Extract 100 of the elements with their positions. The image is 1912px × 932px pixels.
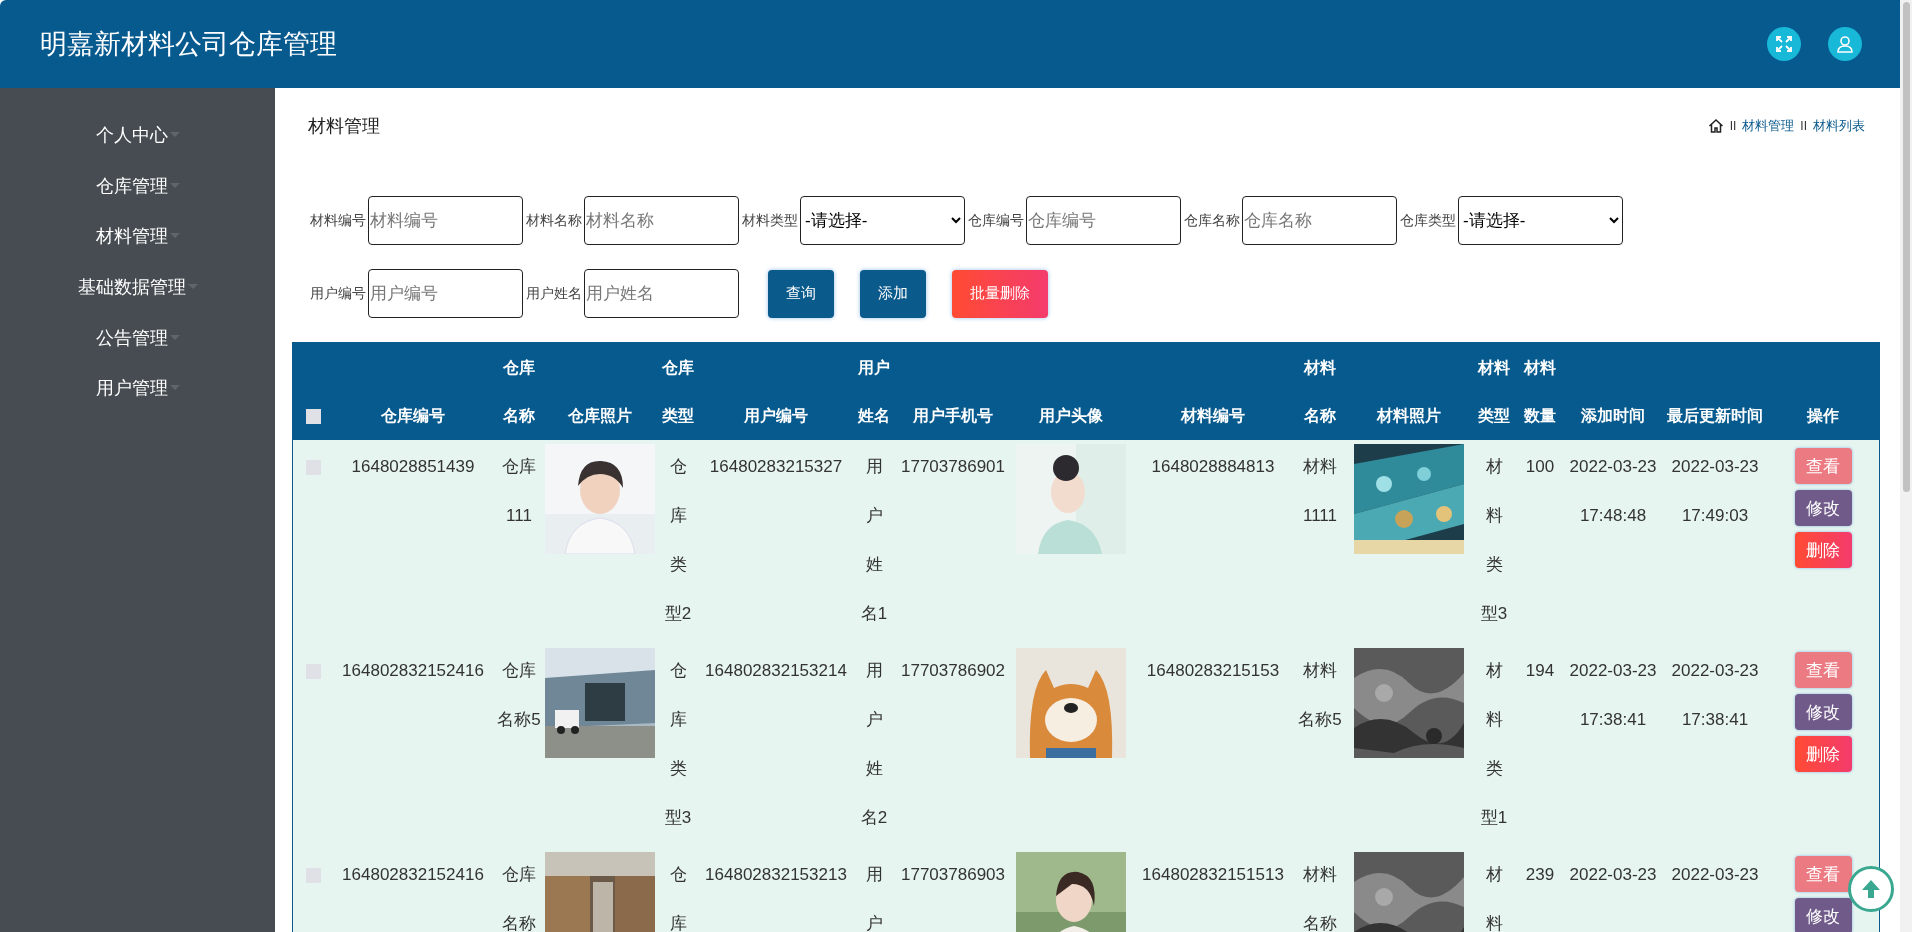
table-cell: 164802832152416 — [333, 848, 493, 932]
table-cell: 材料类型3 — [1471, 440, 1517, 644]
sidebar-item[interactable]: 仓库管理 — [95, 173, 168, 198]
batch-delete-button[interactable]: 批量删除 — [952, 269, 1048, 318]
edit-button[interactable]: 修改 — [1794, 490, 1852, 526]
caret-icon — [169, 132, 180, 139]
scrollbar[interactable] — [1900, 0, 1912, 932]
column-header: 用户头像 — [1009, 343, 1133, 440]
table-cell: 17703786903 — [897, 848, 1009, 932]
search-button[interactable]: 查询 — [768, 269, 834, 318]
table-cell: 材料名称5 — [1293, 644, 1347, 848]
select-field[interactable]: -请选择- — [1458, 196, 1623, 245]
column-header: 用户手机号 — [897, 343, 1009, 440]
table-cell: 1648028884813 — [1133, 440, 1293, 644]
table-cell: 仓库类型3 — [655, 644, 701, 848]
scroll-thumb[interactable] — [1903, 2, 1910, 492]
edit-button[interactable]: 修改 — [1794, 898, 1852, 932]
sidebar-item[interactable]: 用户管理 — [95, 376, 168, 401]
table-cell: 用户姓名2 — [851, 644, 897, 848]
page-title: 材料管理 — [308, 115, 381, 138]
field-label: 材料类型 — [742, 211, 798, 230]
breadcrumb-link[interactable]: 材料列表 — [1813, 117, 1865, 135]
column-header: 仓库照片 — [545, 343, 655, 440]
text-field[interactable]: 材料名称 — [584, 196, 739, 245]
field-label: 仓库名称 — [1184, 211, 1240, 230]
field-label: 用户姓名 — [526, 284, 582, 303]
field-label: 材料名称 — [526, 211, 582, 230]
column-header: 材料类型 — [1471, 343, 1517, 440]
table-cell: 100 — [1517, 440, 1563, 644]
table-cell: 17703786901 — [897, 440, 1009, 644]
caret-icon — [169, 334, 180, 341]
table-cell: 16480283215153 — [1133, 644, 1293, 848]
table-cell: 194 — [1517, 644, 1563, 848]
text-field[interactable]: 用户编号 — [368, 269, 523, 318]
field-label: 仓库类型 — [1400, 211, 1456, 230]
column-header: 材料名称 — [1293, 343, 1347, 440]
delete-button[interactable]: 删除 — [1794, 736, 1852, 772]
table-cell: 材料1111 — [1293, 440, 1347, 644]
caret-icon — [187, 284, 198, 291]
table-cell: 1648028851439 — [333, 440, 493, 644]
column-header: 仓库名称 — [493, 343, 545, 440]
column-header: 用户姓名 — [851, 343, 897, 440]
caret-icon — [169, 233, 180, 240]
table-cell: 2022-03-23 17:48:48 — [1563, 440, 1663, 644]
field-label: 仓库编号 — [968, 211, 1024, 230]
table-cell: 用户 — [851, 848, 897, 932]
table-cell: 164802832152416 — [333, 644, 493, 848]
text-field[interactable]: 仓库编号 — [1026, 196, 1181, 245]
table-cell: 164802832153213 — [701, 848, 851, 932]
table-cell: 2022-03-23 17:38:41 — [1563, 644, 1663, 848]
breadcrumb-separator: II — [1729, 119, 1737, 133]
fullscreen-button[interactable] — [1767, 27, 1801, 61]
text-field[interactable]: 用户姓名 — [584, 269, 739, 318]
table-cell: 材料 — [1471, 848, 1517, 932]
checkbox[interactable] — [305, 409, 321, 425]
expand-icon — [1775, 35, 1793, 53]
back-to-top-button[interactable] — [1848, 866, 1894, 912]
table-cell: 仓库名称5 — [493, 644, 545, 848]
column-header: 用户编号 — [701, 343, 851, 440]
field-label: 材料编号 — [310, 211, 366, 230]
sidebar-item[interactable]: 公告管理 — [95, 325, 168, 350]
table-cell: 2022-03-23 — [1563, 848, 1663, 932]
select-field[interactable]: -请选择- — [800, 196, 965, 245]
table-cell: 2022-03-23 17:38:41 — [1663, 644, 1767, 848]
table-cell: 仓库111 — [493, 440, 545, 644]
delete-button[interactable]: 删除 — [1794, 532, 1852, 568]
table-cell: 用户姓名1 — [851, 440, 897, 644]
table-cell: 239 — [1517, 848, 1563, 932]
column-header: 材料照片 — [1347, 343, 1471, 440]
field-label: 用户编号 — [310, 284, 366, 303]
column-header: 添加时间 — [1563, 343, 1663, 440]
sidebar-item[interactable]: 个人中心 — [95, 123, 168, 148]
edit-button[interactable]: 修改 — [1794, 694, 1852, 730]
column-header: 材料编号 — [1133, 343, 1293, 440]
table-cell: 16480283215327 — [701, 440, 851, 644]
add-button[interactable]: 添加 — [860, 269, 926, 318]
table-cell: 材料类型1 — [1471, 644, 1517, 848]
table-cell: 2022-03-23 — [1663, 848, 1767, 932]
table-cell: 仓库类型2 — [655, 440, 701, 644]
text-field[interactable]: 仓库名称 — [1242, 196, 1397, 245]
user-button[interactable] — [1828, 27, 1862, 61]
table-cell: 材料名称 — [1293, 848, 1347, 932]
sidebar-item[interactable]: 基础数据管理 — [77, 275, 186, 300]
caret-icon — [169, 182, 180, 189]
sidebar-item[interactable]: 材料管理 — [95, 224, 168, 249]
home-icon[interactable] — [1707, 118, 1724, 134]
breadcrumb-link[interactable]: 材料管理 — [1742, 117, 1795, 135]
column-header: 材料数量 — [1517, 343, 1563, 440]
breadcrumb-separator: II — [1800, 119, 1807, 133]
user-icon — [1836, 35, 1854, 53]
column-header: 仓库类型 — [655, 343, 701, 440]
table-cell: 2022-03-23 17:49:03 — [1663, 440, 1767, 644]
column-header: 操作 — [1767, 343, 1879, 440]
text-field[interactable]: 材料编号 — [368, 196, 523, 245]
column-header: 仓库编号 — [333, 343, 493, 440]
table-cell: 仓库 — [655, 848, 701, 932]
table-cell: 164802832151513 — [1133, 848, 1293, 932]
caret-icon — [169, 385, 180, 392]
table-cell: 17703786902 — [897, 644, 1009, 848]
app-title: 明嘉新材料公司仓库管理 — [40, 28, 338, 61]
